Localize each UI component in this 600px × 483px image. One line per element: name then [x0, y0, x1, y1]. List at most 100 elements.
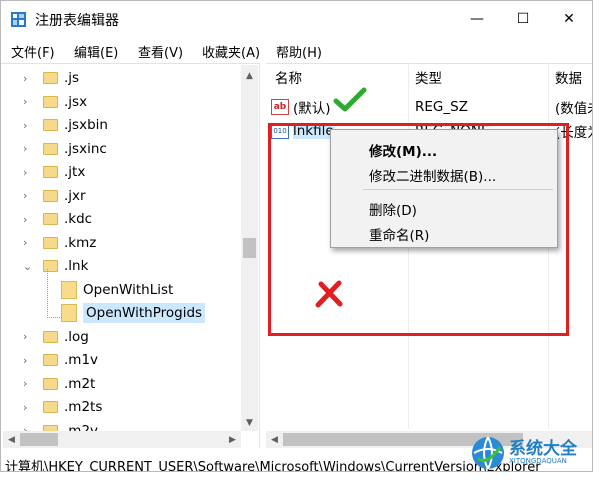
- scroll-up-icon[interactable]: ▲: [241, 67, 258, 84]
- menu-file[interactable]: 文件(F): [11, 42, 55, 61]
- column-header-type[interactable]: 类型: [415, 67, 442, 93]
- chevron-right-icon[interactable]: ›: [23, 119, 33, 132]
- menu-view[interactable]: 查看(V): [138, 42, 183, 61]
- scroll-left-icon[interactable]: ◀: [3, 431, 20, 448]
- watermark-globe-icon: [472, 436, 504, 470]
- menu-item-modify-binary[interactable]: 修改二进制数据(B)...: [369, 165, 496, 185]
- tree-item[interactable]: › .jsxinc: [23, 138, 107, 160]
- folder-icon: [43, 142, 58, 155]
- folder-icon: [61, 280, 77, 299]
- menu-item-delete[interactable]: 删除(D): [369, 199, 417, 219]
- tree-item-label: .m2t: [64, 375, 96, 392]
- tree-item[interactable]: › .jsx: [23, 91, 87, 113]
- column-header-name[interactable]: 名称: [275, 67, 302, 93]
- chevron-right-icon[interactable]: ›: [23, 236, 33, 249]
- menu-item-modify[interactable]: 修改(M)...: [369, 140, 437, 160]
- tree-item-label: .js: [64, 70, 80, 86]
- tree-horizontal-scrollbar[interactable]: ◀ ▶: [3, 431, 241, 448]
- context-menu: 修改(M)... 修改二进制数据(B)... 删除(D) 重命名(R): [330, 129, 558, 248]
- folder-icon: [43, 95, 58, 108]
- tree-item-label: OpenWithProgids: [83, 303, 206, 323]
- folder-icon: [43, 401, 58, 413]
- tree-item-label: .kdc: [64, 211, 93, 227]
- folder-icon: [43, 189, 58, 202]
- chevron-right-icon[interactable]: ›: [23, 189, 33, 202]
- folder-icon: [43, 330, 58, 343]
- tree-item-label: .jsxbin: [64, 117, 108, 133]
- content-top-border: [1, 63, 592, 64]
- menu-item-rename[interactable]: 重命名(R): [369, 224, 429, 244]
- maximize-button[interactable]: ☐: [500, 1, 546, 37]
- tree-item[interactable]: › .m2ts: [23, 396, 102, 418]
- value-name: (默认): [293, 101, 331, 117]
- tree-vertical-scrollbar[interactable]: ▲ ▼: [241, 65, 258, 431]
- tree-hscroll-thumb[interactable]: [20, 433, 58, 446]
- tree-item-label: .lnk: [64, 258, 89, 274]
- chevron-right-icon[interactable]: ›: [23, 424, 33, 431]
- scroll-down-icon[interactable]: ▼: [241, 414, 258, 431]
- folder-icon: [43, 166, 58, 178]
- folder-icon: [43, 119, 58, 131]
- tree-item[interactable]: › .kmz: [23, 232, 96, 254]
- tree-item-label: .jxr: [64, 187, 86, 204]
- folder-icon: [43, 377, 58, 390]
- tree-item[interactable]: OpenWithList: [61, 279, 173, 301]
- watermark-text: 系统大全: [509, 439, 577, 459]
- tree-scroll-thumb[interactable]: [243, 238, 256, 258]
- chevron-right-icon[interactable]: ›: [23, 377, 33, 390]
- scroll-right-icon[interactable]: ▶: [224, 431, 241, 448]
- menu-favorites[interactable]: 收藏夹(A): [202, 42, 260, 61]
- tree-item[interactable]: › .kdc: [23, 208, 92, 230]
- folder-icon: [43, 354, 58, 366]
- chevron-right-icon[interactable]: ›: [23, 330, 33, 343]
- list-item[interactable]: ab (默认) REG_SZ (数值未: [271, 96, 592, 118]
- scroll-left-icon[interactable]: ◀: [266, 431, 283, 448]
- tree-item-label: .jtx: [64, 164, 86, 180]
- tree-item[interactable]: › .m2v: [23, 420, 99, 432]
- tree-item-label: .m2ts: [64, 399, 103, 415]
- folder-icon: [61, 304, 77, 322]
- pane-splitter[interactable]: [259, 63, 266, 448]
- tree-item[interactable]: OpenWithProgids: [61, 302, 206, 324]
- tree-item[interactable]: › .m2t: [23, 373, 95, 395]
- folder-icon: [43, 72, 58, 84]
- registry-editor-window: 注册表编辑器 — ☐ ✕ 文件(F) 编辑(E) 查看(V) 收藏夹(A) 帮助…: [0, 0, 593, 472]
- tree-item-label: .kmz: [64, 234, 97, 251]
- window-title: 注册表编辑器: [35, 13, 119, 29]
- watermark-subtext: XITONGDAQUAN: [509, 457, 567, 465]
- green-check-icon: [333, 87, 367, 112]
- tree-item[interactable]: › .jsxbin: [23, 114, 108, 136]
- chevron-right-icon[interactable]: ›: [23, 401, 33, 414]
- minimize-button[interactable]: —: [454, 1, 500, 37]
- menu-edit[interactable]: 编辑(E): [74, 42, 118, 61]
- tree-item-label: .m2v: [64, 422, 99, 432]
- tree-item[interactable]: › .log: [23, 326, 89, 348]
- tree-item-label: .m1v: [64, 352, 99, 368]
- chevron-right-icon[interactable]: ›: [23, 142, 33, 155]
- chevron-right-icon[interactable]: ›: [23, 72, 33, 85]
- title-bar: 注册表编辑器 — ☐ ✕: [1, 1, 592, 37]
- column-header-data[interactable]: 数据: [555, 67, 582, 93]
- registry-app-icon: [11, 12, 26, 27]
- tree-item[interactable]: › .js: [23, 67, 79, 89]
- red-x-icon: [315, 280, 343, 308]
- tree-item[interactable]: › .jxr: [23, 185, 86, 207]
- tree-item-label: .jsx: [64, 93, 88, 110]
- tree-item-label: .log: [64, 328, 89, 345]
- tree-item-label: .jsxinc: [64, 140, 107, 157]
- watermark-logo: 系统大全 XITONGDAQUAN: [470, 434, 577, 472]
- value-type: REG_SZ: [415, 99, 468, 115]
- folder-icon: [43, 213, 58, 225]
- chevron-down-icon[interactable]: ⌄: [23, 260, 33, 273]
- string-value-icon: ab: [271, 99, 289, 115]
- tree-item[interactable]: › .jtx: [23, 161, 85, 183]
- chevron-right-icon[interactable]: ›: [23, 354, 33, 367]
- chevron-right-icon[interactable]: ›: [23, 213, 33, 226]
- key-tree[interactable]: › .js › .jsx › .jsxbin › .jsxinc › .jtx › .jxr › .kdc…: [3, 65, 243, 431]
- tree-item[interactable]: › .m1v: [23, 349, 98, 371]
- menu-help[interactable]: 帮助(H): [276, 42, 322, 61]
- menu-separator: [363, 189, 553, 190]
- chevron-right-icon[interactable]: ›: [23, 95, 33, 108]
- close-button[interactable]: ✕: [546, 1, 592, 37]
- chevron-right-icon[interactable]: ›: [23, 166, 33, 179]
